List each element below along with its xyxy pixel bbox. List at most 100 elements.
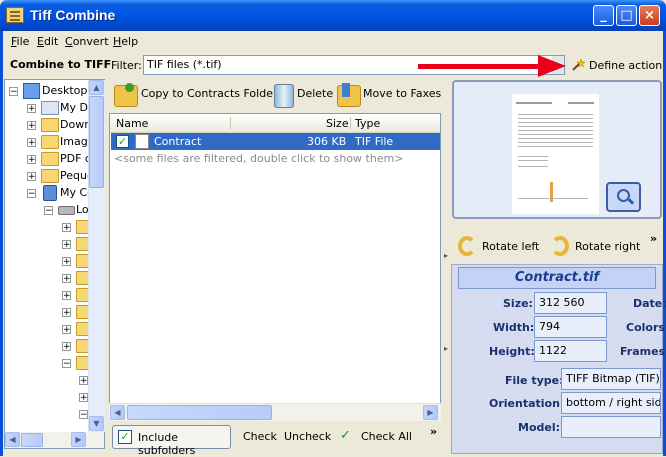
scrollbar-thumb[interactable] <box>21 433 43 447</box>
expand-icon[interactable]: + <box>62 223 71 233</box>
close-button[interactable]: × <box>639 5 660 26</box>
frames-label: Frames: <box>620 345 666 358</box>
splitter-grip-icon: ▸ <box>444 344 449 353</box>
app-icon <box>6 7 24 23</box>
width-value: 794 <box>534 316 607 338</box>
move-to-faxes-button[interactable]: Move to Faxes <box>363 87 441 100</box>
expand-icon[interactable]: + <box>79 376 88 386</box>
zoom-button[interactable] <box>606 182 641 212</box>
tree-horizontal-scrollbar[interactable]: ◀ ▶ <box>5 432 104 448</box>
file-type: TIF File <box>355 135 394 148</box>
window-frame-left <box>0 31 3 456</box>
expand-icon[interactable]: + <box>62 291 71 301</box>
section-label: Combine to TIFF <box>10 58 112 71</box>
check-button[interactable]: Check <box>243 430 277 443</box>
info-filename: Contract.tif <box>458 267 656 289</box>
drive-icon <box>58 206 75 215</box>
tree-item-label: Lo <box>76 203 89 216</box>
delete-button[interactable]: Delete <box>297 87 333 100</box>
folder-tree[interactable]: − Desktop + My Dr + Down + Image + PDF c… <box>4 79 105 449</box>
tree-item-label: Down <box>60 118 92 131</box>
copy-to-contracts-button[interactable]: Copy to Contracts Folder <box>141 87 277 100</box>
menu-edit[interactable]: Edit <box>37 35 58 48</box>
scroll-right-button[interactable]: ▶ <box>423 405 438 420</box>
colors-label: Colors: <box>626 321 666 334</box>
scroll-right-button[interactable]: ▶ <box>71 432 86 447</box>
size-label: Size: <box>503 297 533 310</box>
expand-icon[interactable]: + <box>79 393 88 403</box>
filter-label: Filter: <box>111 59 142 72</box>
model-label: Model: <box>518 421 561 434</box>
collapse-icon[interactable]: − <box>27 189 36 199</box>
expand-icon[interactable]: + <box>62 257 71 267</box>
computer-icon <box>43 185 57 201</box>
folder-icon <box>41 169 59 183</box>
folder-icon <box>41 152 59 166</box>
uncheck-button[interactable]: Uncheck <box>284 430 331 443</box>
scrollbar-thumb[interactable] <box>127 405 272 420</box>
expand-icon[interactable]: + <box>62 342 71 352</box>
copy-folder-icon <box>114 83 138 107</box>
maximize-button[interactable]: □ <box>616 5 637 26</box>
desktop-icon <box>23 83 40 99</box>
menu-help[interactable]: Help <box>113 35 138 48</box>
expand-icon[interactable]: + <box>27 155 36 165</box>
orientation-value: bottom / right side <box>561 392 661 414</box>
window-title: Tiff Combine <box>30 7 116 23</box>
collapse-icon[interactable]: − <box>62 359 71 369</box>
collapse-icon[interactable]: − <box>44 206 53 216</box>
rotate-right-icon <box>551 236 569 256</box>
checkbox-icon: ✓ <box>118 430 132 444</box>
file-type-value: TIFF Bitmap (TIF) LZW <box>561 368 661 390</box>
expand-icon[interactable]: + <box>27 138 36 148</box>
expand-icon[interactable]: + <box>27 172 36 182</box>
minimize-button[interactable]: _ <box>593 5 614 26</box>
check-all-button[interactable]: Check All <box>361 430 412 443</box>
tree-vertical-scrollbar[interactable]: ▲ ▼ <box>88 80 105 432</box>
rotate-left-button[interactable]: Rotate left <box>482 240 539 253</box>
rotate-left-icon <box>458 236 476 256</box>
column-header-size[interactable]: Size <box>326 117 349 130</box>
scroll-left-button[interactable]: ◀ <box>110 405 125 420</box>
move-folder-icon <box>337 83 361 107</box>
menu-bar: File Edit Convert Help <box>3 31 663 52</box>
folder-icon <box>41 118 59 132</box>
list-horizontal-scrollbar[interactable]: ◀ ▶ <box>109 403 441 421</box>
file-name: Contract <box>154 135 202 148</box>
tree-item-label: PDF c <box>60 152 91 165</box>
document-thumbnail <box>512 94 599 214</box>
rotate-right-button[interactable]: Rotate right <box>575 240 640 253</box>
scroll-up-button[interactable]: ▲ <box>89 80 104 95</box>
more-button[interactable]: » <box>650 232 657 245</box>
table-row[interactable]: ✓ Contract 306 KB TIF File <box>111 133 440 150</box>
folder-icon <box>41 135 59 149</box>
column-header-name[interactable]: Name <box>116 117 148 130</box>
expand-icon[interactable]: + <box>27 104 36 114</box>
expand-icon[interactable]: + <box>62 240 71 250</box>
documents-icon <box>41 101 59 115</box>
panel-splitter[interactable]: ▸ ▸ <box>443 79 451 451</box>
row-checkbox[interactable]: ✓ <box>116 135 129 148</box>
define-action-button[interactable]: Define action <box>589 59 662 72</box>
include-subfolders-button[interactable]: ✓ Include subfolders <box>112 425 231 457</box>
height-value: 1122 <box>534 340 607 362</box>
trash-icon <box>274 84 294 108</box>
collapse-icon[interactable]: − <box>79 410 88 420</box>
more-button[interactable]: » <box>430 425 437 438</box>
column-header-type[interactable]: Type <box>355 117 380 130</box>
menu-file[interactable]: File <box>11 35 29 48</box>
file-list[interactable]: Name Size Type ✓ Contract 306 KB TIF Fil… <box>109 113 441 420</box>
expand-icon[interactable]: + <box>62 308 71 318</box>
expand-icon[interactable]: + <box>62 325 71 335</box>
scrollbar-thumb[interactable] <box>89 96 104 188</box>
collapse-icon[interactable]: − <box>9 87 18 97</box>
magic-wand-icon <box>572 58 585 71</box>
date-label: Date: <box>633 297 666 310</box>
menu-convert[interactable]: Convert <box>65 35 109 48</box>
filtered-files-note[interactable]: <some files are filtered, double click t… <box>114 152 404 165</box>
expand-icon[interactable]: + <box>27 121 36 131</box>
expand-icon[interactable]: + <box>62 274 71 284</box>
include-subfolders-label: Include subfolders <box>138 431 196 457</box>
scroll-left-button[interactable]: ◀ <box>5 432 20 447</box>
scroll-down-button[interactable]: ▼ <box>89 416 104 431</box>
